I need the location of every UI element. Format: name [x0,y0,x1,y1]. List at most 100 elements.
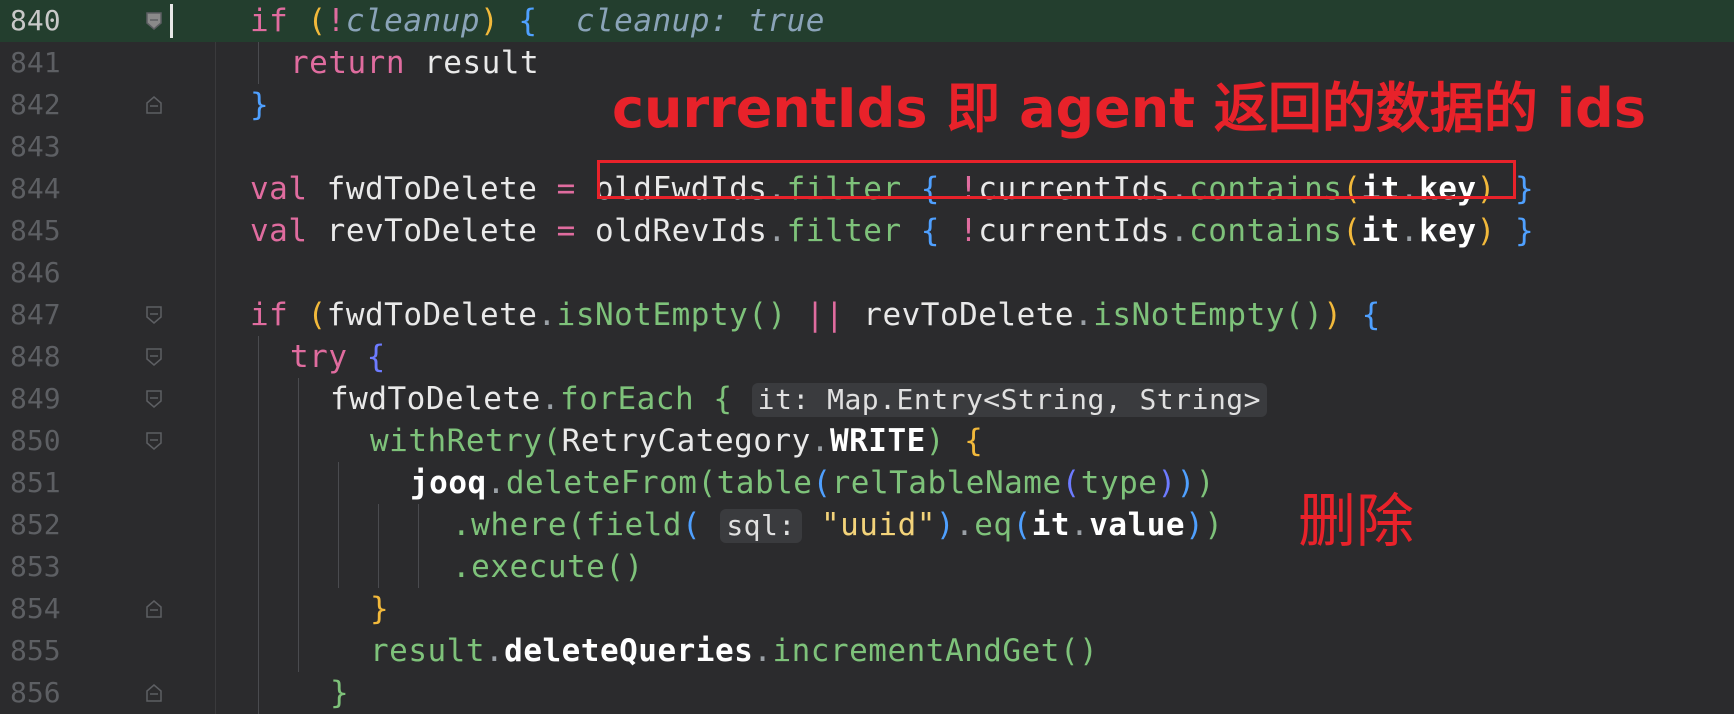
line-number[interactable]: 842 [10,84,61,126]
code-token: val [250,213,308,249]
line-number[interactable]: 850 [10,420,61,462]
code-token: ! [326,3,346,39]
fold-start-icon[interactable] [145,305,163,325]
fold-start-icon[interactable] [145,389,163,409]
code-token: { [713,381,733,417]
code-text[interactable]: } [250,84,269,126]
fold-start-icon[interactable] [145,11,163,31]
code-token: ( [681,507,702,543]
code-token: ( [307,297,327,333]
code-text[interactable]: if (fwdToDelete.isNotEmpty() || revToDel… [250,294,1381,336]
code-token: ) [1185,507,1205,543]
code-token: incrementAndGet [772,633,1060,669]
code-token: cleanup: true [575,3,825,39]
line-number[interactable]: 854 [10,588,61,630]
line-number[interactable]: 851 [10,462,61,504]
code-token: = [556,171,576,207]
fold-end-icon[interactable] [145,683,163,703]
code-text[interactable]: val revToDelete = oldRevIds.filter { !cu… [250,210,1534,252]
code-token: result [404,45,540,81]
code-token: } [1514,171,1535,207]
fold-end-icon[interactable] [145,599,163,619]
current-code-line[interactable]: 840 if (!cleanup) { cleanup: true [0,0,1734,42]
code-text[interactable]: fwdToDelete.forEach { it: Map.Entry<Stri… [330,378,1268,420]
fold-end-icon[interactable] [145,95,163,115]
code-token: || [805,297,845,333]
code-token: ( [1342,213,1362,249]
code-text[interactable]: return result [290,42,539,84]
line-number[interactable]: 840 [10,0,61,42]
code-token: . [1169,213,1190,249]
code-token: if [250,3,289,39]
annotation-currentids-note: currentIds 即 agent 返回的数据的 ids [612,77,1646,140]
code-line[interactable]: 855 result.deleteQueries.incrementAndGet(… [0,630,1734,672]
code-token: () [605,549,644,585]
line-number[interactable]: 845 [10,210,61,252]
line-number[interactable]: 846 [10,252,61,294]
annotation-highlight-box [597,160,1516,199]
code-token: field [586,507,682,543]
code-token: isNotEmpty [556,297,749,333]
code-token: table [716,465,813,501]
line-number[interactable]: 856 [10,672,61,714]
code-line[interactable]: 848 try { [0,336,1734,378]
code-line[interactable]: 845 val revToDelete = oldRevIds.filter { … [0,210,1734,252]
code-token: try [290,339,348,375]
code-token: { [1361,297,1381,333]
code-token: isNotEmpty [1093,297,1285,333]
code-text[interactable]: } [370,588,389,630]
code-token: { [920,213,940,249]
code-text[interactable]: .execute() [452,546,644,588]
line-number[interactable]: 843 [10,126,61,168]
code-text[interactable]: try { [290,336,386,378]
code-token: deleteQueries [504,633,754,669]
line-number[interactable]: 847 [10,294,61,336]
code-text[interactable]: if (!cleanup) { cleanup: true [250,0,825,42]
code-text[interactable]: jooq.deleteFrom(table(relTableName(type)… [410,462,1215,504]
fold-start-icon[interactable] [145,347,163,367]
code-token: RetryCategory [561,423,811,459]
code-line[interactable]: 854} [0,588,1734,630]
line-number[interactable]: 844 [10,168,61,210]
code-token: } [330,675,350,711]
code-text[interactable]: .where(field( sql: "uuid").eq(it.value)) [452,504,1223,546]
code-line[interactable]: 852 .where(field( sql: "uuid").eq(it.valu… [0,504,1734,546]
code-token: jooq [410,465,487,501]
code-line[interactable]: 851 jooq.deleteFrom(table(relTableName(ty… [0,462,1734,504]
fold-start-icon[interactable] [145,431,163,451]
code-token: ( [812,465,832,501]
code-token: . [1070,507,1090,543]
line-number[interactable]: 852 [10,504,61,546]
code-text[interactable]: withRetry(RetryCategory.WRITE) { [370,420,983,462]
code-line[interactable]: 850 withRetry(RetryCategory.WRITE) { [0,420,1734,462]
code-line[interactable]: 847 if (fwdToDelete.isNotEmpty() || revTo… [0,294,1734,336]
inlay-hint: it: Map.Entry<String, String> [751,383,1268,417]
code-line[interactable]: 849 fwdToDelete.forEach { it: Map.Entry<S… [0,378,1734,420]
code-token: . [955,507,975,543]
code-token: fwdToDelete [307,171,557,207]
line-number[interactable]: 855 [10,630,61,672]
line-number[interactable]: 841 [10,42,61,84]
line-number[interactable]: 848 [10,336,61,378]
code-token: key [1419,213,1477,249]
code-token: .where [452,507,567,543]
code-text[interactable]: } [330,672,349,714]
code-line[interactable]: 846 [0,252,1734,294]
code-token: ) [1476,213,1496,249]
code-text[interactable]: result.deleteQueries.incrementAndGet() [370,630,1098,672]
code-token: WRITE [829,423,926,459]
code-token: { [964,423,984,459]
line-number[interactable]: 849 [10,378,61,420]
code-token: () [1059,633,1099,669]
code-token: { [366,339,386,375]
code-token: currentIds [978,213,1170,249]
line-number[interactable]: 853 [10,546,61,588]
code-line[interactable]: 856} [0,672,1734,714]
code-line[interactable]: 853 .execute() [0,546,1734,588]
code-token: } [370,591,390,627]
